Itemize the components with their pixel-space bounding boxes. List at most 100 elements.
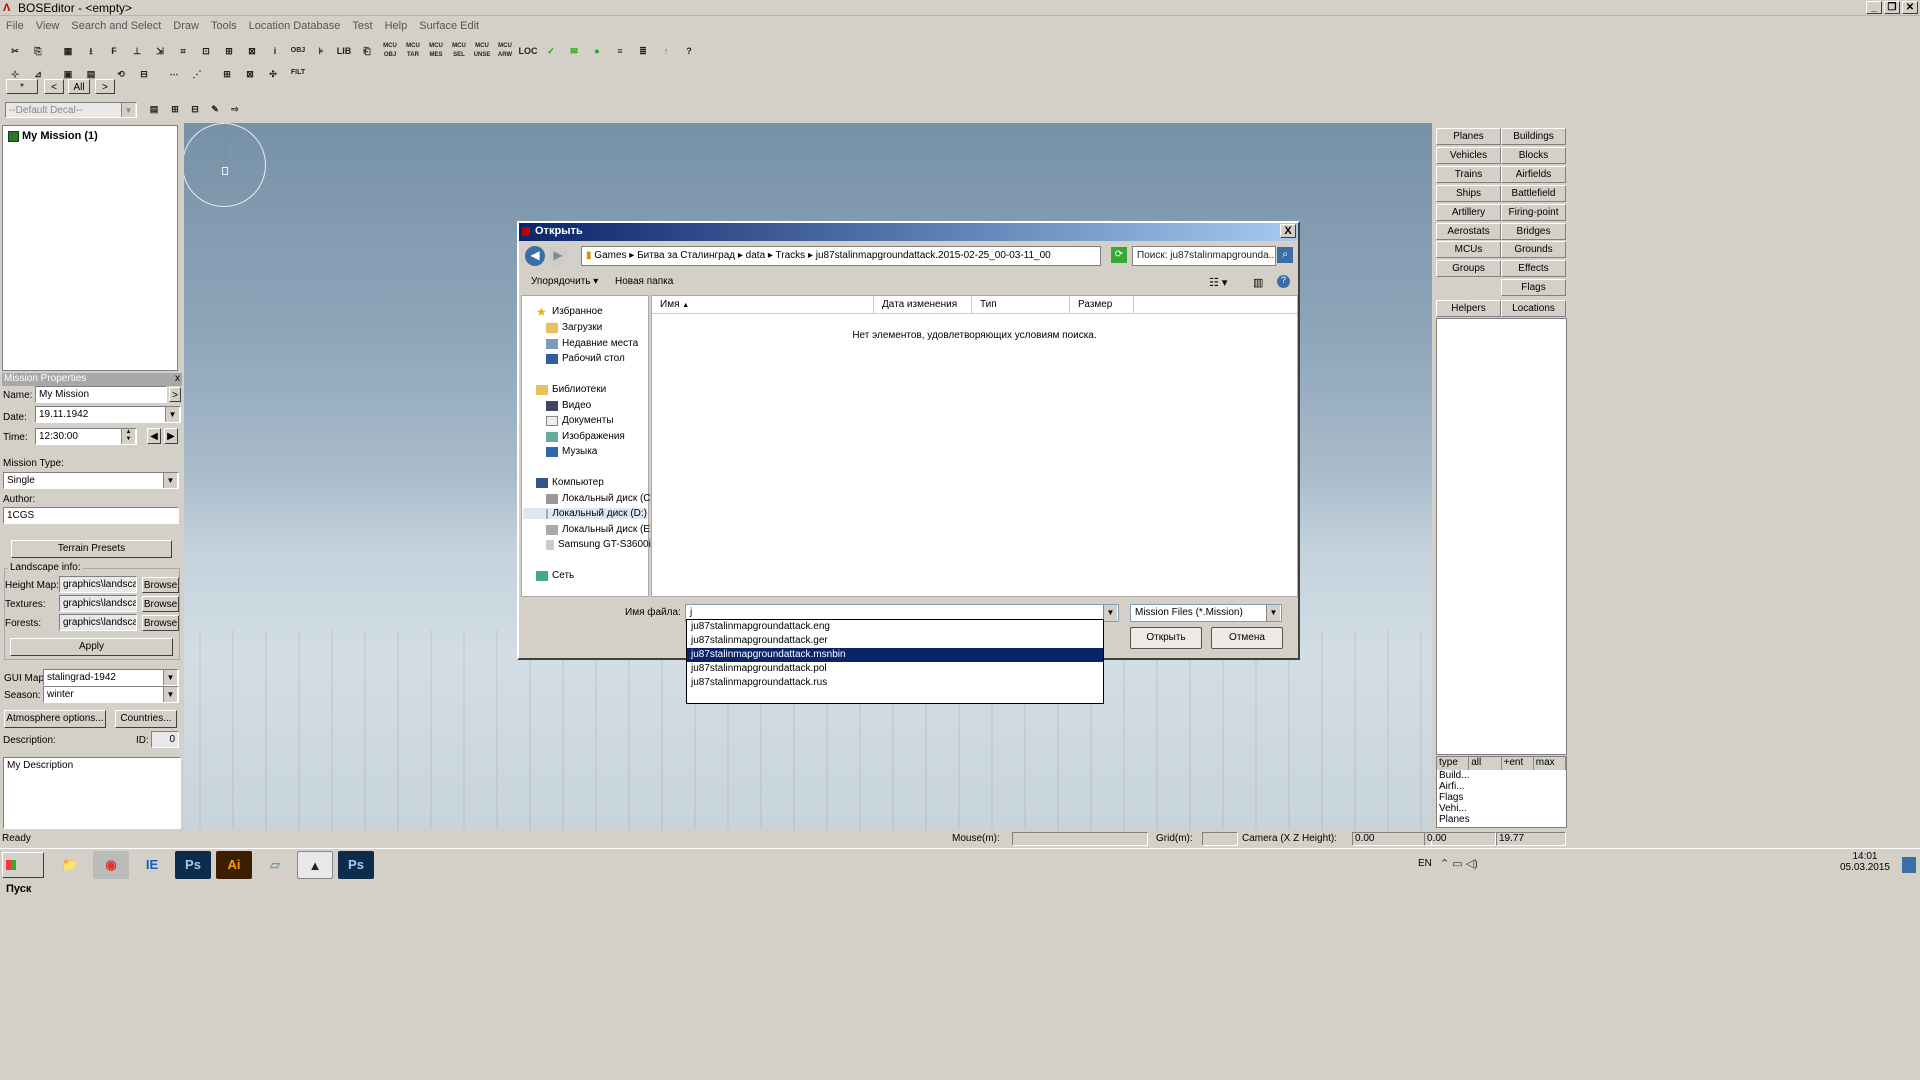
decal-remove-icon[interactable]: ⊟ xyxy=(186,100,204,118)
aerostats-button[interactable]: Aerostats xyxy=(1436,223,1501,240)
groups-button[interactable]: Groups xyxy=(1436,260,1501,277)
illustrator-app-icon[interactable]: Ai xyxy=(216,851,252,879)
nav-images[interactable]: Изображения xyxy=(546,431,625,442)
box2-icon[interactable]: ⊠ xyxy=(241,40,263,62)
restore-button[interactable]: ❐ xyxy=(1884,1,1900,14)
nav-downloads[interactable]: Загрузки xyxy=(546,322,602,333)
explorer-app-icon[interactable]: 📁 xyxy=(52,851,88,879)
prev-button[interactable]: < xyxy=(44,79,64,94)
buildings-button[interactable]: Buildings xyxy=(1501,128,1566,145)
height-map-browse-button[interactable]: Browse xyxy=(142,577,179,593)
page-icon[interactable]: ⎗ xyxy=(356,40,378,62)
autocomplete-item-selected[interactable]: ju87stalinmapgroundattack.msnbin xyxy=(687,648,1103,662)
nav-libraries[interactable]: Библиотеки xyxy=(536,384,606,395)
time-prev-button[interactable]: ◀ xyxy=(147,428,161,444)
organize-button[interactable]: Упорядочить ▾ xyxy=(531,276,598,287)
forward-arrow-icon[interactable]: ▶ xyxy=(548,246,568,266)
nav-samsung[interactable]: Samsung GT-S3600i xyxy=(546,539,651,550)
stamp-icon[interactable]: ⊞ xyxy=(216,63,238,85)
decal-pen-icon[interactable]: ✎ xyxy=(206,100,224,118)
photoshop2-app-icon[interactable]: Ps xyxy=(338,851,374,879)
path-icon[interactable]: ⋯ xyxy=(163,63,185,85)
nav-favorites[interactable]: ★ Избранное xyxy=(536,306,603,318)
cut-icon[interactable]: ✂ xyxy=(4,40,26,62)
flags-button[interactable]: Flags xyxy=(1501,279,1566,296)
decal-apply-icon[interactable]: ⇨ xyxy=(226,100,244,118)
align2-icon[interactable]: ≣ xyxy=(632,40,654,62)
path2-icon[interactable]: ⋰ xyxy=(186,63,208,85)
mcu-arw-icon[interactable]: MCU ARW xyxy=(494,40,516,62)
mission-type-select[interactable]: Single ▼ xyxy=(3,472,179,489)
artillery-button[interactable]: Artillery xyxy=(1436,204,1501,221)
menu-test[interactable]: Test xyxy=(346,18,378,36)
help-icon[interactable]: ? xyxy=(1277,275,1290,288)
move-icon[interactable]: ✣ xyxy=(262,63,284,85)
atmosphere-options-button[interactable]: Atmosphere options... xyxy=(4,710,106,728)
battlefield-button[interactable]: Battlefield xyxy=(1501,185,1566,202)
season-select[interactable]: winter ▼ xyxy=(43,686,179,703)
airfields-button[interactable]: Airfields xyxy=(1501,166,1566,183)
tree-icon[interactable]: ⊧ xyxy=(310,40,332,62)
mcu-sel-icon[interactable]: MCU SEL xyxy=(448,40,470,62)
effects-button[interactable]: Effects xyxy=(1501,260,1566,277)
filetype-select[interactable]: Mission Files (*.Mission) ▼ xyxy=(1130,604,1282,622)
gui-map-select[interactable]: stalingrad-1942 ▼ xyxy=(43,669,179,686)
view-options-icon[interactable]: ☷ ▾ xyxy=(1209,276,1227,289)
preview-pane-icon[interactable]: ▥ xyxy=(1253,276,1263,289)
decal-list-icon[interactable]: ▤ xyxy=(145,100,163,118)
refresh-icon[interactable]: ⟳ xyxy=(1111,247,1127,263)
chrome-app-icon[interactable]: ◉ xyxy=(93,851,129,879)
nav-recent[interactable]: Недавние места xyxy=(546,338,638,349)
photoshop-app-icon[interactable]: Ps xyxy=(175,851,211,879)
decal-add-icon[interactable]: ⊞ xyxy=(166,100,184,118)
nav-computer[interactable]: Компьютер xyxy=(536,477,604,488)
chevron-down-icon[interactable]: ▼ xyxy=(1103,605,1117,621)
locations-button[interactable]: Locations xyxy=(1501,300,1566,317)
autocomplete-item[interactable]: ju87stalinmapgroundattack.eng xyxy=(687,620,1103,634)
copy-icon[interactable]: ⎘ xyxy=(27,40,49,62)
col-type[interactable]: Тип xyxy=(972,296,1070,313)
box-icon[interactable]: ⊞ xyxy=(218,40,240,62)
search-input[interactable]: Поиск: ju87stalinmapgrounda... xyxy=(1132,246,1276,266)
firing-point-button[interactable]: Firing-point xyxy=(1501,204,1566,221)
star-filter-button[interactable]: * xyxy=(6,79,38,94)
grounds-button[interactable]: Grounds xyxy=(1501,241,1566,258)
menu-help[interactable]: Help xyxy=(379,18,414,36)
object-list[interactable] xyxy=(1436,318,1567,755)
next-button[interactable]: > xyxy=(95,79,115,94)
mail-icon[interactable]: ✉ xyxy=(563,40,585,62)
dialog-close-button[interactable]: X xyxy=(1280,224,1296,238)
mcu-unse-icon[interactable]: MCU UNSE xyxy=(471,40,493,62)
info-icon[interactable]: i xyxy=(264,40,286,62)
arrow-up-icon[interactable]: ↑ xyxy=(655,40,677,62)
mcus-button[interactable]: MCUs xyxy=(1436,241,1501,258)
terrain-presets-button[interactable]: Terrain Presets xyxy=(11,540,172,558)
obj-filter-icon[interactable]: OBJ FILT xyxy=(287,40,309,76)
tree-root-node[interactable]: My Mission (1) xyxy=(8,130,98,142)
stat-col-ent[interactable]: +ent xyxy=(1502,757,1534,770)
menu-surface-edit[interactable]: Surface Edit xyxy=(413,18,485,36)
stat-col-type[interactable]: type xyxy=(1437,757,1470,770)
close-button[interactable]: ✕ xyxy=(1902,1,1918,14)
nav-desktop[interactable]: Рабочий стол xyxy=(546,353,625,364)
loc-icon[interactable]: LOC xyxy=(517,40,539,62)
address-bar[interactable]: ▮ Games ▸ Битва за Сталинград ▸ data ▸ T… xyxy=(581,246,1101,266)
time-input[interactable]: 12:30:00 ▲ ▼ xyxy=(35,428,137,445)
menu-search-select[interactable]: Search and Select xyxy=(65,18,167,36)
col-name[interactable]: Имя ▲ xyxy=(652,296,874,313)
menu-location-database[interactable]: Location Database xyxy=(243,18,347,36)
clock[interactable]: 14:01 05.03.2015 xyxy=(1840,851,1890,873)
lib-icon[interactable]: LIB xyxy=(333,40,355,62)
ships-button[interactable]: Ships xyxy=(1436,185,1501,202)
blocks-button[interactable]: Blocks xyxy=(1501,147,1566,164)
menu-file[interactable]: File xyxy=(0,18,30,36)
check-icon[interactable]: ✓ xyxy=(540,40,562,62)
download-icon[interactable]: ⭳ xyxy=(80,40,102,62)
back-arrow-icon[interactable]: ◀ xyxy=(525,246,545,266)
help-icon[interactable]: ? xyxy=(678,40,700,62)
all-button[interactable]: All xyxy=(68,79,90,94)
stat-col-max[interactable]: max xyxy=(1534,757,1566,770)
close-icon[interactable]: x xyxy=(175,373,180,384)
spinner-icon[interactable]: ▲ ▼ xyxy=(121,429,135,444)
ruler-icon[interactable]: ▦ xyxy=(57,40,79,62)
